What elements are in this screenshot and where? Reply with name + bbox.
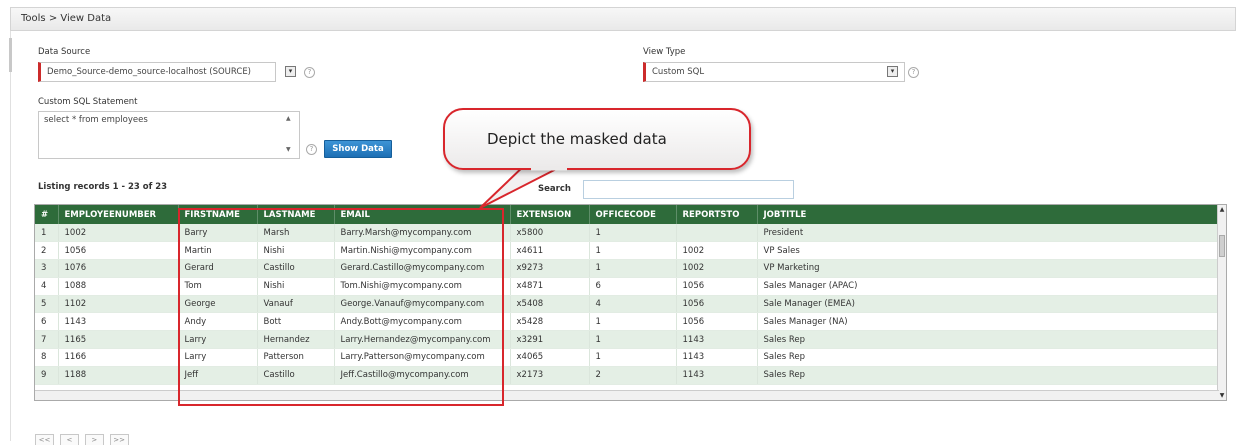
callout-pointer-cover <box>531 167 567 171</box>
pagination: << < > >> <box>35 434 132 445</box>
last-page-button[interactable]: >> <box>109 434 129 445</box>
previous-page-button[interactable]: < <box>59 434 79 445</box>
next-page-button[interactable]: > <box>84 434 104 445</box>
first-page-button[interactable]: << <box>35 434 54 445</box>
